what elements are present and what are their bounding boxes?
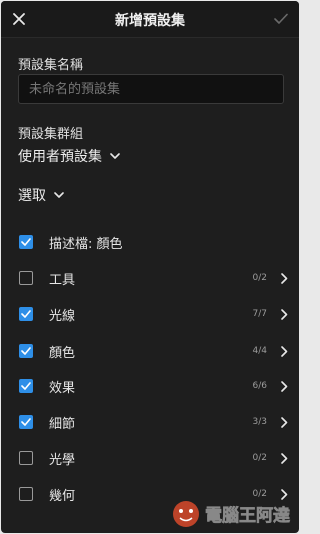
chevron-right-icon[interactable]	[281, 416, 288, 428]
chevron-down-icon	[54, 191, 64, 199]
list-item-tools[interactable]: 工具 0/2	[1, 261, 299, 295]
top-bar: 新增預設集	[1, 1, 299, 38]
item-count: 0/2	[252, 273, 267, 283]
chevron-right-icon[interactable]	[281, 345, 288, 357]
preset-group-dropdown[interactable]: 使用者預設集	[18, 146, 120, 166]
item-count: 7/7	[252, 309, 267, 319]
checkbox-checked[interactable]	[19, 379, 33, 393]
item-count: 4/4	[252, 346, 267, 356]
list-item-detail[interactable]: 細節 3/3	[1, 405, 299, 439]
preset-name-label: 預設集名稱	[18, 58, 84, 73]
chevron-right-icon[interactable]	[281, 308, 288, 320]
checkbox-unchecked[interactable]	[19, 487, 33, 501]
chevron-right-icon[interactable]	[281, 272, 288, 284]
checkbox-unchecked[interactable]	[19, 451, 33, 465]
checkbox-checked[interactable]	[19, 235, 33, 249]
select-dropdown[interactable]: 選取	[18, 185, 64, 205]
list-item-profile-color[interactable]: 描述檔: 顏色	[1, 225, 299, 259]
preset-group-label: 預設集群組	[18, 127, 84, 142]
list-item-label: 光學	[49, 452, 76, 468]
chevron-right-icon[interactable]	[281, 380, 288, 392]
preset-name-input[interactable]	[18, 74, 284, 104]
chevron-right-icon[interactable]	[281, 452, 288, 464]
checkbox-checked[interactable]	[19, 344, 33, 358]
check-icon	[21, 347, 31, 355]
list-item-effects[interactable]: 效果 6/6	[1, 369, 299, 403]
check-icon	[21, 238, 31, 246]
list-item-label: 工具	[49, 272, 76, 288]
watermark-logo: 電腦王阿達	[173, 501, 290, 527]
watermark-text: 電腦王阿達	[205, 505, 290, 526]
list-item-label: 幾何	[49, 488, 76, 504]
check-icon	[274, 13, 288, 24]
list-item-label: 描述檔: 顏色	[49, 236, 123, 252]
list-item-label: 顏色	[49, 345, 76, 361]
check-icon	[21, 310, 31, 318]
list-item-label: 效果	[49, 380, 76, 396]
checkbox-checked[interactable]	[19, 415, 33, 429]
item-count: 0/2	[252, 453, 267, 463]
list-item-light[interactable]: 光線 7/7	[1, 297, 299, 331]
confirm-button[interactable]	[271, 9, 291, 29]
preset-group-value: 使用者預設集	[18, 149, 102, 165]
chevron-down-icon	[110, 152, 120, 160]
phone-screen: 新增預設集 預設集名稱 預設集群組 使用者預設集 選取 描述檔: 顏色 工具 0…	[1, 1, 299, 533]
item-count: 3/3	[252, 417, 267, 427]
item-count: 6/6	[252, 381, 267, 391]
list-item-color[interactable]: 顏色 4/4	[1, 334, 299, 368]
list-item-optics[interactable]: 光學 0/2	[1, 441, 299, 475]
select-dropdown-label: 選取	[18, 188, 46, 204]
check-icon	[21, 418, 31, 426]
checkbox-unchecked[interactable]	[19, 271, 33, 285]
list-item-label: 細節	[49, 416, 76, 432]
page-title: 新增預設集	[115, 13, 185, 29]
check-icon	[21, 382, 31, 390]
checkbox-checked[interactable]	[19, 307, 33, 321]
list-item-label: 光線	[49, 308, 76, 324]
